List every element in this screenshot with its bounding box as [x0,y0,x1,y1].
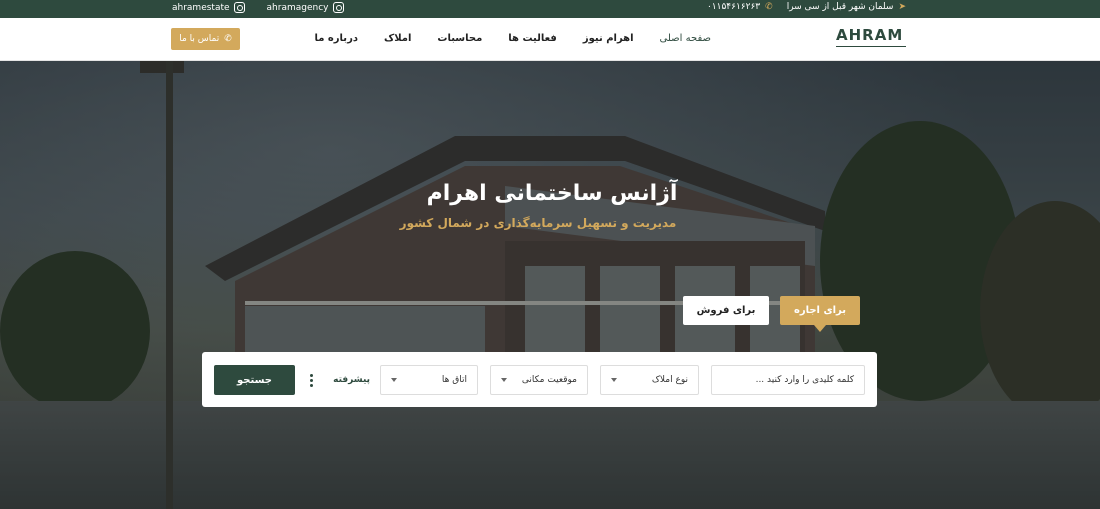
menu-item-activities[interactable]: فعالیت ها [495,33,570,44]
topbar-address: ➤ سلمان شهر قبل از سی سرا [787,2,906,12]
logo-underline [836,46,906,47]
contact-us-label: تماس با ما [179,34,220,44]
keyword-input[interactable]: کلمه کلیدی را وارد کنید ... [711,365,865,395]
instagram-icon[interactable] [233,2,245,13]
menu-item-ahram-news[interactable]: اهرام نیوز [570,33,647,44]
instagram-agency-link[interactable]: ahramagency [267,2,344,13]
location-arrow-icon: ➤ [898,2,906,12]
hero-section: آژانس ساختمانی اهرام مدیریت و تسهیل سرما… [0,61,1100,509]
search-panel: کلمه کلیدی را وارد کنید ... نوع املاک مو… [202,352,877,407]
phone-icon: ✆ [224,34,232,44]
menu-item-home[interactable]: صفحه اصلی [647,33,724,44]
instagram-agency-text[interactable]: ahramagency [267,3,329,13]
hero-subtitle: مدیریت و تسهیل سرمایه‌گذاری در شمال کشور [399,216,677,230]
location-select[interactable]: موقعیت مکانی [490,365,588,395]
rooms-label: اتاق ها [441,375,467,385]
top-bar: ➤ سلمان شهر قبل از سی سرا ✆ ۰۱۱۵۴۶۱۶۲۶۳ … [0,0,1100,18]
tab-for-rent[interactable]: برای اجاره [780,296,860,332]
search-button[interactable]: جستجو [214,365,295,395]
more-vertical-icon [310,373,313,387]
topbar-social: ahramestate ahramagency [172,2,344,13]
logo-text[interactable]: AHRAM [836,26,908,44]
main-menu: صفحه اصلی اهرام نیوز فعالیت ها محاسبات ا… [301,33,724,44]
chevron-down-icon [501,378,507,382]
address-text: سلمان شهر قبل از سی سرا [786,2,894,12]
tab-for-sale[interactable]: برای فروش [683,296,769,325]
phone-icon: ✆ [765,2,773,12]
instagram-estate-link[interactable]: ahramestate [172,2,245,13]
advanced-label: پیشرفته [333,375,370,385]
hero-title: آژانس ساختمانی اهرام [426,181,678,206]
menu-item-properties[interactable]: املاک [371,33,424,44]
instagram-icon[interactable] [332,2,344,13]
topbar-phone[interactable]: ✆ ۰۱۱۵۴۶۱۶۲۶۳ [707,2,773,12]
hero-overlay [0,61,1100,509]
phone-text[interactable]: ۰۱۱۵۴۶۱۶۲۶۳ [707,2,760,12]
advanced-search-toggle[interactable]: پیشرفته [310,365,370,395]
chevron-down-icon [611,378,617,382]
property-type-label: نوع املاک [651,375,688,385]
site-logo[interactable]: AHRAM [836,26,908,52]
menu-item-about[interactable]: درباره ما [301,33,371,44]
rooms-select[interactable]: اتاق ها [380,365,478,395]
property-type-select[interactable]: نوع املاک [600,365,699,395]
topbar-contact-info: ➤ سلمان شهر قبل از سی سرا ✆ ۰۱۱۵۴۶۱۶۲۶۳ [707,2,906,12]
location-label: موقعیت مکانی [521,375,577,385]
menu-item-calculations[interactable]: محاسبات [424,33,495,44]
chevron-down-icon [391,378,397,382]
contact-us-button[interactable]: ✆ تماس با ما [171,28,240,50]
main-header: AHRAM صفحه اصلی اهرام نیوز فعالیت ها محا… [0,18,1100,61]
instagram-estate-text[interactable]: ahramestate [172,3,230,13]
